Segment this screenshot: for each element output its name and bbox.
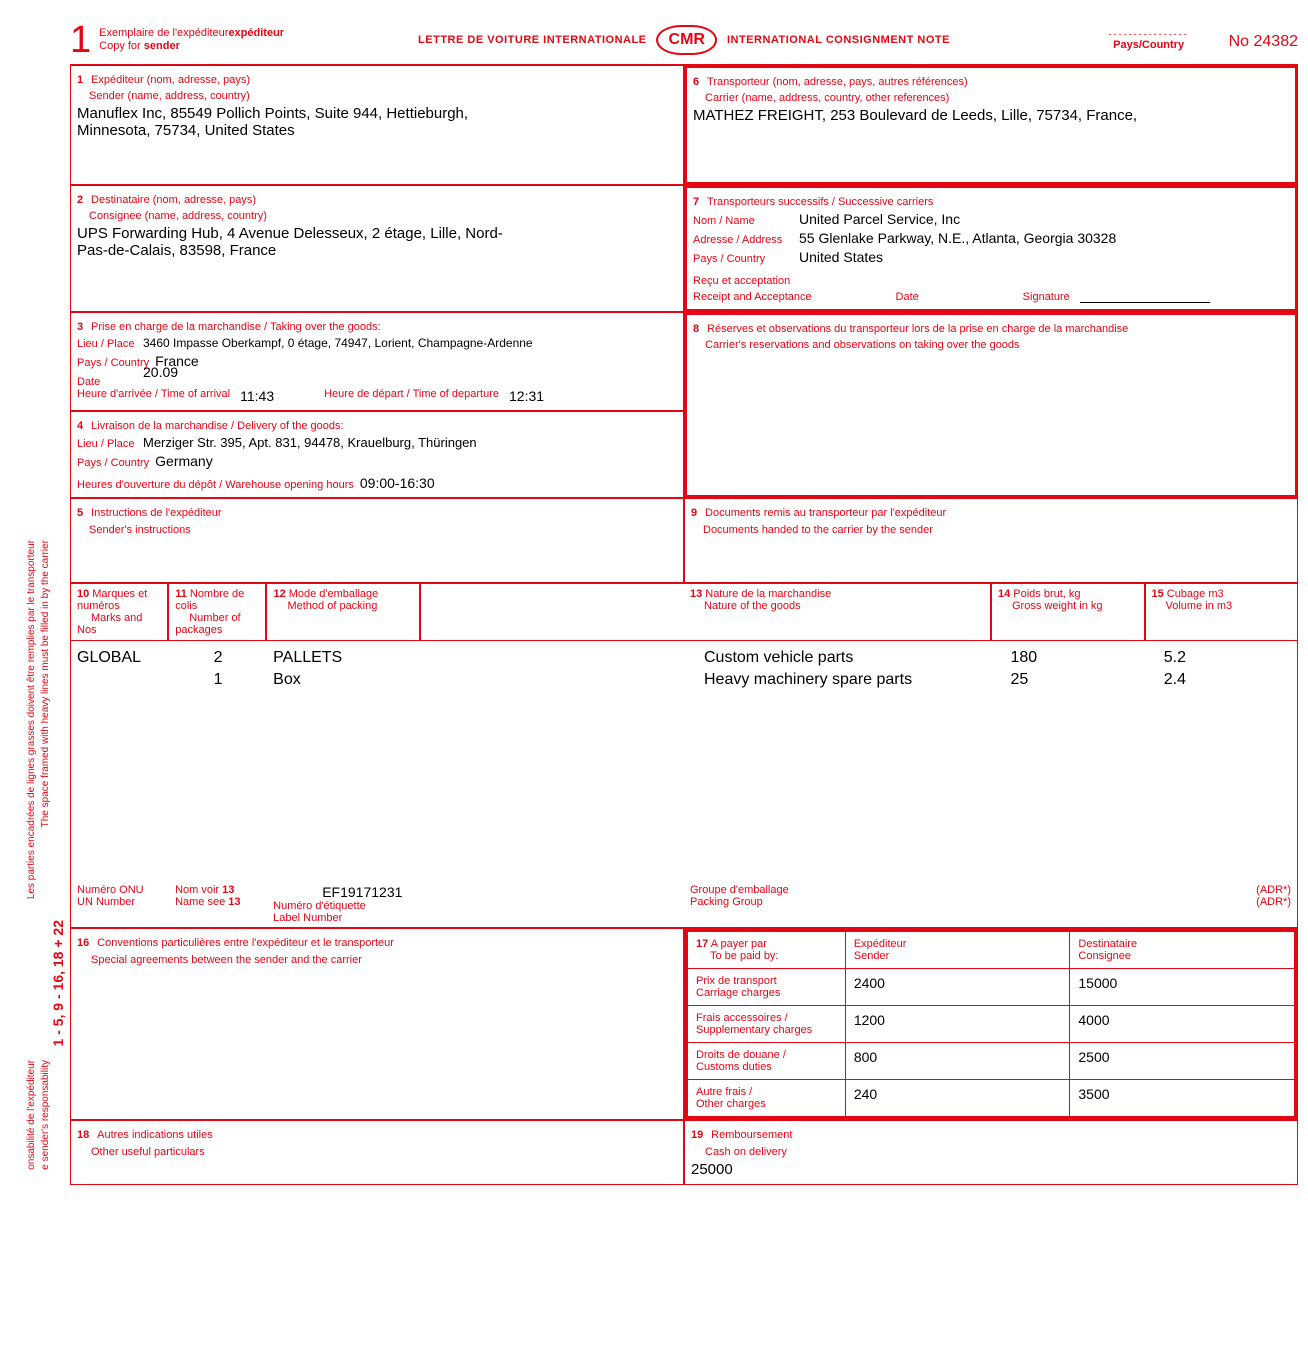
box-8-reservations: 8 Réserves et observations du transporte… <box>684 312 1298 498</box>
row-18-19: 18 Autres indications utiles Other usefu… <box>70 1120 1298 1184</box>
box-18-other: 18 Autres indications utiles Other usefu… <box>70 1120 684 1184</box>
payment-row: Prix de transportCarriage charges2400150… <box>688 969 1295 1006</box>
cod-value: 25000 <box>691 1161 1291 1178</box>
payment-row: Frais accessoires /Supplementary charges… <box>688 1006 1295 1043</box>
goods-header-row: 10Marques et numérosMarks and Nos 11Nomb… <box>70 583 1298 641</box>
copy-number: 1 <box>70 21 91 59</box>
cmr-document: Les parties encadrées de lignes grasses … <box>70 20 1298 1185</box>
goods-row: GLOBAL2PALLETSCustom vehicle parts1805.2 <box>71 647 1297 669</box>
box-9-documents: 9 Documents remis au transporteur par l'… <box>684 498 1298 583</box>
signature-line[interactable] <box>1080 302 1210 303</box>
etiquette-value: EF19171231 <box>273 884 414 900</box>
box-7-successive: 7 Transporteurs successifs / Successive … <box>684 185 1298 312</box>
margin-left-range: 1 - 5, 9 - 16, 18 + 22 <box>50 920 66 1046</box>
cmr-badge: CMR <box>657 25 717 55</box>
row-16-17: 16 Conventions particulières entre l'exp… <box>70 928 1298 1120</box>
box3-arr: 11:43 <box>240 388 274 404</box>
col-left-34: 3 Prise en charge de la marchandise / Ta… <box>70 312 684 498</box>
margin-left-line1: Les parties encadrées de lignes grasses … <box>26 540 38 899</box>
goods-footer: Numéro ONUUN Number Nom voir 13Name see … <box>70 881 1298 928</box>
goods-table: GLOBAL2PALLETSCustom vehicle parts1805.2… <box>71 647 1297 691</box>
goods-row: 1BoxHeavy machinery spare parts252.4 <box>71 669 1297 691</box>
consignee-value: UPS Forwarding Hub, 4 Avenue Delesseux, … <box>77 225 517 259</box>
margin-left-line2: The space framed with heavy lines must b… <box>40 540 52 827</box>
box-17-payment: 17 A payer parTo be paid by: ExpéditeurS… <box>684 928 1298 1120</box>
exp-en: Copy for <box>99 40 144 52</box>
goods-body: GLOBAL2PALLETSCustom vehicle parts1805.2… <box>70 641 1298 881</box>
letter-label: LETTRE DE VOITURE INTERNATIONALE <box>418 34 646 46</box>
succ-addr: 55 Glenlake Parkway, N.E., Atlanta, Geor… <box>799 230 1116 246</box>
margin-left-resp2: e sender's responsability <box>40 1060 52 1170</box>
main-grid: 1 Expéditeur (nom, adresse, pays) Sender… <box>70 64 1298 583</box>
top-right: ---------------- Pays/Country No 24382 <box>1109 29 1298 51</box>
pays-label: Pays/Country <box>1109 39 1189 51</box>
box-6-carrier: 6 Transporteur (nom, adresse, pays, autr… <box>684 65 1298 185</box>
box3-date: 20.09 <box>143 364 178 380</box>
succ-country: United States <box>799 249 883 265</box>
succ-name: United Parcel Service, Inc <box>799 211 960 227</box>
box-19-cod: 19 Remboursement Cash on delivery 25000 <box>684 1120 1298 1184</box>
box4-place: Merziger Str. 395, Apt. 831, 94478, Krau… <box>143 435 477 450</box>
box-2-consignee: 2 Destinataire (nom, adresse, pays) Cons… <box>70 185 684 312</box>
page-no: No 24382 <box>1229 33 1298 51</box>
box4-country: Germany <box>155 453 213 469</box>
box-3-taking-over: 3 Prise en charge de la marchandise / Ta… <box>70 312 684 411</box>
top-header: 1 Exemplaire de l'expéditeurexpéditeur C… <box>70 20 1298 60</box>
box3-place: 3460 Impasse Oberkampf, 0 étage, 74947, … <box>143 336 533 350</box>
intl-label: INTERNATIONAL CONSIGNMENT NOTE <box>727 34 950 46</box>
sender-value: Manuflex Inc, 85549 Pollich Points, Suit… <box>77 105 497 139</box>
box-1-sender: 1 Expéditeur (nom, adresse, pays) Sender… <box>70 65 684 185</box>
box-5-instructions: 5 Instructions de l'expéditeur Sender's … <box>70 498 684 583</box>
box4-hours: 09:00-16:30 <box>360 475 435 491</box>
pays-dots: ---------------- <box>1109 29 1189 39</box>
margin-left-resp1: onsabilité de l'expéditeur <box>26 1060 38 1170</box>
copy-labels: Exemplaire de l'expéditeurexpéditeur Cop… <box>99 27 284 53</box>
box3-dep: 12:31 <box>509 388 544 404</box>
carrier-value: MATHEZ FREIGHT, 253 Boulevard de Leeds, … <box>693 107 1289 124</box>
top-center: LETTRE DE VOITURE INTERNATIONALE CMR INT… <box>418 25 950 55</box>
payment-row: Autre frais /Other charges2403500 <box>688 1080 1295 1117</box>
exp-fr: Exemplaire de l'expéditeur <box>99 27 228 39</box>
box-4-delivery: 4 Livraison de la marchandise / Delivery… <box>70 411 684 498</box>
payment-row: Droits de douane /Customs duties8002500 <box>688 1043 1295 1080</box>
box-16-agreements: 16 Conventions particulières entre l'exp… <box>70 928 684 1120</box>
